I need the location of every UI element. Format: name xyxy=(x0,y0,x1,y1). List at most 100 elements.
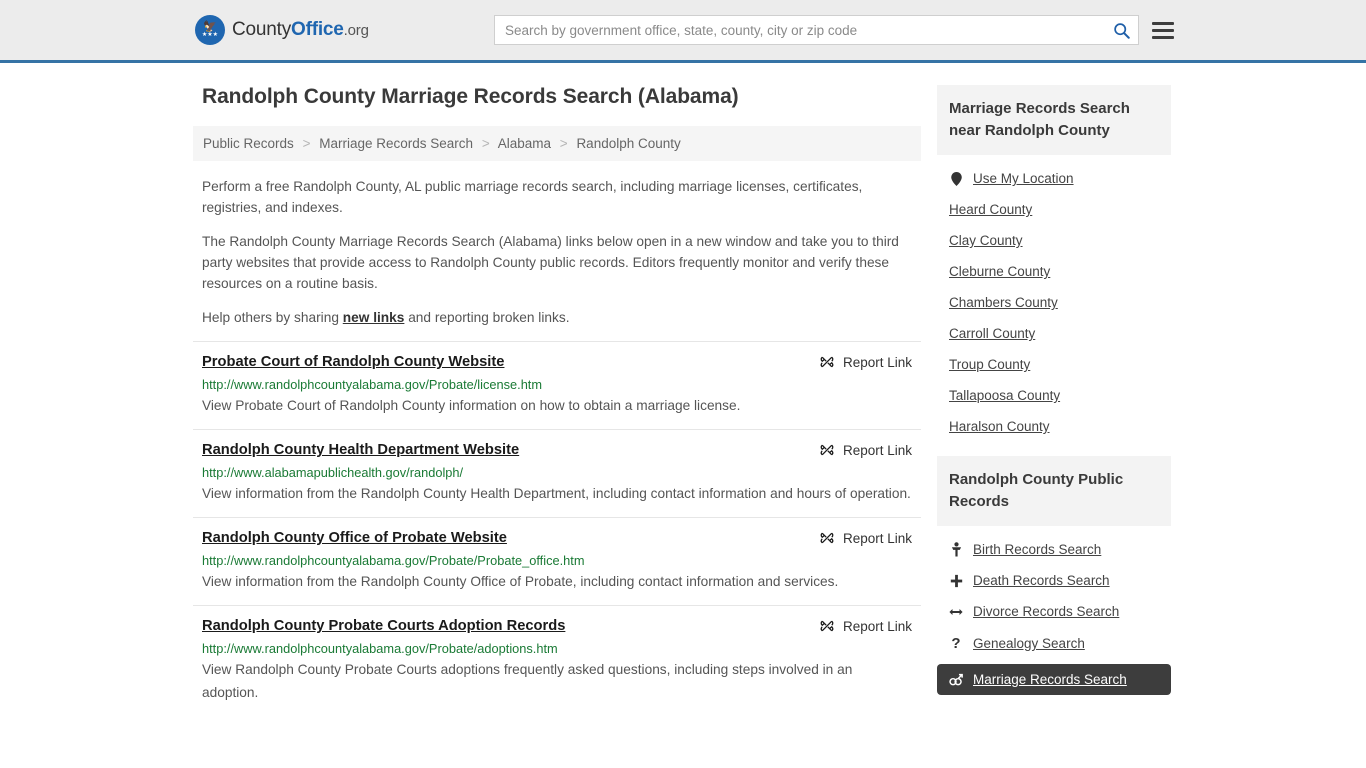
nearby-county-item[interactable]: Troup County xyxy=(937,349,1171,380)
hamburger-menu-icon[interactable] xyxy=(1152,21,1174,39)
breadcrumb-item-marriage-records-search[interactable]: Marriage Records Search xyxy=(319,136,473,151)
public-records-item[interactable]: Marriage Records Search xyxy=(937,664,1171,695)
nearby-county-label: Clay County xyxy=(949,233,1023,248)
public-records-label: Death Records Search xyxy=(973,573,1110,588)
page-title: Randolph County Marriage Records Search … xyxy=(202,85,739,108)
nearby-county-item[interactable]: Heard County xyxy=(937,194,1171,225)
public-records-item[interactable]: Birth Records Search xyxy=(937,534,1171,565)
logo-text-office: Office xyxy=(291,19,344,40)
search-bar xyxy=(494,15,1139,45)
broken-link-icon xyxy=(820,620,834,632)
nearby-county-label: Tallapoosa County xyxy=(949,388,1061,403)
intro-p3-after: and reporting broken links. xyxy=(404,310,570,325)
nearby-county-label: Haralson County xyxy=(949,419,1050,434)
question-mark-icon: ? xyxy=(949,635,963,652)
nearby-county-item[interactable]: Haralson County xyxy=(937,411,1171,442)
public-records-label: Genealogy Search xyxy=(973,636,1085,651)
nearby-county-item[interactable]: Cleburne County xyxy=(937,256,1171,287)
result-item: Randolph County Health Department Websit… xyxy=(193,429,921,517)
public-records-item[interactable]: Death Records Search xyxy=(937,565,1171,596)
nearby-county-item[interactable]: Carroll County xyxy=(937,318,1171,349)
report-link-label: Report Link xyxy=(842,354,912,370)
result-title-link[interactable]: Probate Court of Randolph County Website xyxy=(202,353,504,372)
public-records-label: Birth Records Search xyxy=(973,542,1102,557)
breadcrumb-item-alabama[interactable]: Alabama xyxy=(498,136,551,151)
report-link-button[interactable]: Report Link xyxy=(819,530,912,546)
page-body: Randolph County Marriage Records Search … xyxy=(0,63,1366,716)
public-records-item[interactable]: ? Genealogy Search xyxy=(937,627,1171,660)
nearby-county-item[interactable]: Use My Location xyxy=(937,163,1171,194)
intro-text: Perform a free Randolph County, AL publi… xyxy=(193,176,921,328)
result-url: http://www.alabamapublichealth.gov/rando… xyxy=(202,465,464,480)
result-title-link[interactable]: Randolph County Health Department Websit… xyxy=(202,441,519,460)
search-icon xyxy=(1113,22,1130,39)
map-pin-icon xyxy=(950,171,962,186)
question-mark-icon: ? xyxy=(951,635,961,652)
result-description: View information from the Randolph Count… xyxy=(202,486,911,501)
nearby-counties-panel: Marriage Records Search near Randolph Co… xyxy=(937,85,1171,442)
result-url: http://www.randolphcountyalabama.gov/Pro… xyxy=(202,641,558,656)
site-logo[interactable]: 🦅 ★★★ CountyOffice.org xyxy=(195,15,369,45)
nearby-county-label: Troup County xyxy=(949,357,1031,372)
report-link-button[interactable]: Report Link xyxy=(819,618,912,634)
public-records-panel: Randolph County Public Records Birth Rec… xyxy=(937,456,1171,695)
nearby-county-label: Cleburne County xyxy=(949,264,1051,279)
result-title-link[interactable]: Randolph County Probate Courts Adoption … xyxy=(202,617,565,636)
new-links-link[interactable]: new links xyxy=(343,310,405,325)
main-column: Randolph County Marriage Records Search … xyxy=(193,85,921,716)
logo-text-county: County xyxy=(232,19,292,40)
left-right-arrow-icon xyxy=(949,608,963,615)
breadcrumb-item-randolph-county: Randolph County xyxy=(576,136,681,151)
nearby-county-label: Use My Location xyxy=(973,171,1074,186)
broken-link-icon xyxy=(820,444,834,456)
public-records-heading: Randolph County Public Records xyxy=(937,456,1171,526)
search-button[interactable] xyxy=(1104,16,1138,44)
search-input[interactable] xyxy=(495,16,1104,44)
result-item: Randolph County Office of Probate Websit… xyxy=(193,517,921,605)
baby-icon xyxy=(949,542,963,557)
map-pin-icon xyxy=(949,171,963,186)
nearby-county-item[interactable]: Chambers County xyxy=(937,287,1171,318)
cross-icon xyxy=(950,574,962,587)
report-link-label: Report Link xyxy=(842,530,912,546)
hamburger-bar xyxy=(1152,35,1174,39)
nearby-county-label: Chambers County xyxy=(949,295,1058,310)
broken-link-icon xyxy=(820,532,834,544)
report-link-label: Report Link xyxy=(842,618,912,634)
intro-p3-before: Help others by sharing xyxy=(202,310,343,325)
nearby-county-label: Heard County xyxy=(949,202,1033,217)
nearby-county-item[interactable]: Tallapoosa County xyxy=(937,380,1171,411)
cross-icon xyxy=(949,574,963,588)
logo-text: CountyOffice.org xyxy=(232,19,369,41)
breadcrumb: Public Records > Marriage Records Search… xyxy=(193,126,921,161)
result-header: Randolph County Office of Probate Websit… xyxy=(202,529,912,548)
eagle-seal-icon: 🦅 ★★★ xyxy=(195,15,225,45)
report-link-button[interactable]: Report Link xyxy=(819,354,912,370)
report-link-button[interactable]: Report Link xyxy=(819,442,912,458)
breadcrumb-item-public-records[interactable]: Public Records xyxy=(203,136,294,151)
hamburger-bar xyxy=(1152,28,1174,32)
intro-paragraph-2: The Randolph County Marriage Records Sea… xyxy=(202,234,899,291)
result-description: View Probate Court of Randolph County in… xyxy=(202,398,741,413)
broken-link-icon xyxy=(820,356,834,368)
report-link-label: Report Link xyxy=(842,442,912,458)
breadcrumb-separator: > xyxy=(559,136,568,151)
logo-text-tld: .org xyxy=(343,22,369,39)
public-records-item[interactable]: Divorce Records Search xyxy=(937,596,1171,627)
nearby-counties-list: Use My Location Heard County Clay County Cl… xyxy=(937,155,1171,442)
public-records-label: Marriage Records Search xyxy=(973,672,1127,687)
result-item: Probate Court of Randolph County Website… xyxy=(193,341,921,429)
results-list: Probate Court of Randolph County Website… xyxy=(193,341,921,716)
result-header: Randolph County Health Department Websit… xyxy=(202,441,912,460)
nearby-county-item[interactable]: Clay County xyxy=(937,225,1171,256)
result-item: Randolph County Probate Courts Adoption … xyxy=(193,605,921,716)
left-right-arrow-icon xyxy=(949,606,963,618)
intro-paragraph-1: Perform a free Randolph County, AL publi… xyxy=(202,179,863,215)
result-description: View Randolph County Probate Courts adop… xyxy=(202,662,853,700)
result-header: Probate Court of Randolph County Website… xyxy=(202,353,912,372)
site-header: 🦅 ★★★ CountyOffice.org xyxy=(0,0,1366,63)
result-title-link[interactable]: Randolph County Office of Probate Websit… xyxy=(202,529,507,548)
sidebar: Marriage Records Search near Randolph Co… xyxy=(937,85,1171,716)
hamburger-bar xyxy=(1152,21,1174,25)
intro-paragraph-3: Help others by sharing new links and rep… xyxy=(193,307,921,328)
